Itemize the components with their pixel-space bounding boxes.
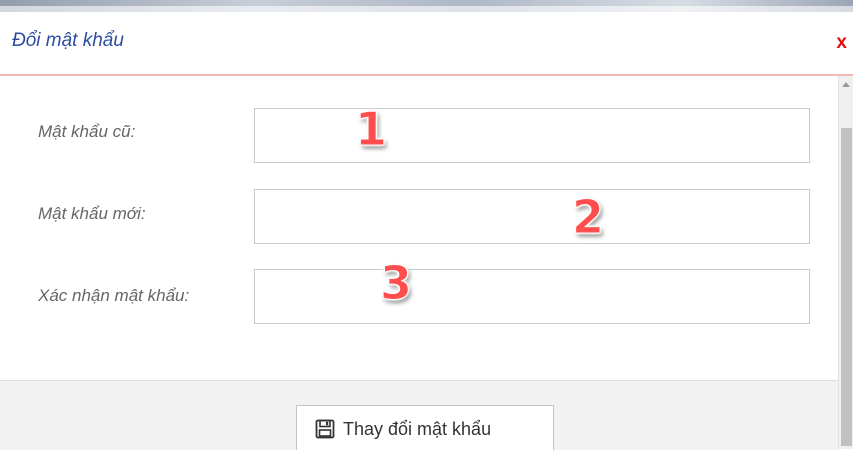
dialog-body: Mật khẩu cũ: Mật khẩu mới: Xác nhận mật … — [0, 76, 838, 380]
change-password-button-label: Thay đổi mật khẩu — [343, 419, 492, 439]
change-password-button[interactable]: Thay đổi mật khẩu — [296, 405, 554, 450]
new-password-label: Mật khẩu mới: — [38, 204, 146, 223]
confirm-password-input[interactable] — [254, 269, 810, 324]
scroll-thumb[interactable] — [841, 128, 852, 446]
old-password-input[interactable] — [254, 108, 810, 163]
dialog-footer: Thay đổi mật khẩu — [0, 380, 838, 450]
new-password-input[interactable] — [254, 189, 810, 244]
save-icon — [315, 419, 335, 439]
annotation-number-2: 2 — [571, 190, 605, 245]
background-page-strip — [0, 0, 853, 12]
old-password-label: Mật khẩu cũ: — [38, 122, 136, 141]
dialog-header: Đổi mật khẩu x — [0, 12, 853, 76]
dialog-title: Đổi mật khẩu — [12, 30, 124, 51]
confirm-password-label: Xác nhận mật khẩu: — [38, 286, 190, 305]
annotation-number-1: 1 — [354, 102, 388, 157]
vertical-scrollbar[interactable] — [838, 76, 853, 449]
scroll-up-arrow-icon[interactable] — [842, 82, 850, 87]
annotation-number-3: 3 — [379, 256, 413, 311]
close-button[interactable]: x — [836, 32, 847, 54]
